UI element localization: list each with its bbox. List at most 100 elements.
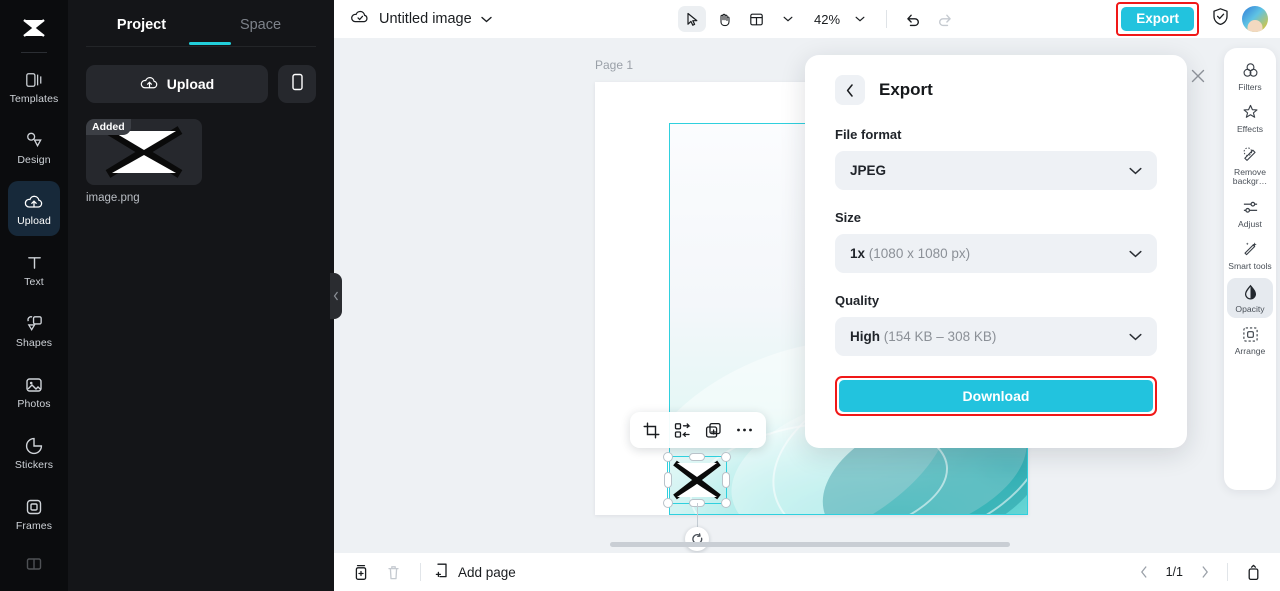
asset-item[interactable]: Added image.png bbox=[86, 119, 202, 204]
tab-space[interactable]: Space bbox=[201, 13, 320, 33]
sidebar-item-templates[interactable]: Templates bbox=[8, 59, 60, 114]
download-highlight-box: Download bbox=[835, 376, 1157, 416]
cloud-sync-icon[interactable] bbox=[350, 9, 370, 30]
page-navigation: 1/1 bbox=[1134, 559, 1266, 585]
upload-button-label: Upload bbox=[166, 76, 215, 92]
back-button[interactable] bbox=[835, 75, 865, 105]
adjust-sliders-icon bbox=[1242, 198, 1259, 217]
more-options-icon[interactable] bbox=[732, 417, 758, 443]
frames-icon bbox=[25, 496, 43, 518]
export-button[interactable]: Export bbox=[1121, 6, 1194, 32]
trash-icon[interactable] bbox=[380, 559, 406, 585]
tool-label: Arrange bbox=[1234, 346, 1266, 357]
photos-icon bbox=[25, 374, 43, 396]
zoom-chevron-button[interactable] bbox=[846, 6, 874, 32]
redo-button[interactable] bbox=[931, 6, 959, 32]
size-value-strong: 1x bbox=[850, 246, 866, 261]
size-select[interactable]: 1x (1080 x 1080 px) bbox=[835, 234, 1157, 273]
bottom-bar: Add page 1/1 bbox=[334, 553, 1280, 591]
tab-project[interactable]: Project bbox=[82, 13, 201, 33]
mobile-phone-icon bbox=[291, 73, 304, 96]
topbar-right: Export bbox=[1116, 1, 1268, 37]
zoom-level[interactable]: 42% bbox=[806, 12, 842, 27]
avatar[interactable] bbox=[1242, 6, 1268, 32]
panel-toggle-icon[interactable] bbox=[1240, 559, 1266, 585]
horizontal-scrollbar[interactable] bbox=[610, 542, 1010, 547]
asset-thumbnail[interactable]: Added bbox=[86, 119, 202, 185]
resize-handle-ne[interactable] bbox=[721, 452, 731, 462]
resize-handle-nw[interactable] bbox=[663, 452, 673, 462]
replace-media-icon[interactable] bbox=[670, 417, 696, 443]
tool-smart-tools[interactable]: Smart tools bbox=[1227, 235, 1273, 275]
resize-handle-w[interactable] bbox=[664, 472, 672, 488]
sidebar-item-overflow[interactable] bbox=[8, 547, 60, 581]
prev-page-button[interactable] bbox=[1134, 562, 1154, 582]
quality-value-strong: High bbox=[850, 329, 880, 344]
sidebar-item-label: Shapes bbox=[15, 336, 53, 349]
capcut-logo-icon[interactable] bbox=[0, 6, 68, 50]
panel-actions: Upload bbox=[68, 47, 334, 103]
resize-handle-n[interactable] bbox=[689, 453, 705, 461]
sidebar-item-frames[interactable]: Frames bbox=[8, 486, 60, 541]
download-button[interactable]: Download bbox=[839, 380, 1153, 412]
chevron-down-icon bbox=[1129, 328, 1142, 346]
tool-remove-background[interactable]: Remove backgr… bbox=[1227, 141, 1273, 191]
hand-pan-tool[interactable] bbox=[710, 6, 738, 32]
shield-check-icon[interactable] bbox=[1211, 7, 1230, 31]
stickers-icon bbox=[25, 435, 43, 457]
quality-select[interactable]: High (154 KB – 308 KB) bbox=[835, 317, 1157, 356]
crop-icon[interactable] bbox=[639, 417, 665, 443]
panel-collapse-handle[interactable] bbox=[330, 273, 342, 319]
quality-value-muted: (154 KB – 308 KB) bbox=[883, 329, 997, 344]
sidebar-item-design[interactable]: Design bbox=[8, 120, 60, 175]
chevron-down-icon bbox=[1129, 162, 1142, 180]
layout-chevron-button[interactable] bbox=[774, 6, 802, 32]
tool-filters[interactable]: Filters bbox=[1227, 56, 1273, 96]
resize-handle-se[interactable] bbox=[721, 498, 731, 508]
tool-arrange[interactable]: Arrange bbox=[1227, 320, 1273, 360]
selected-image-element[interactable] bbox=[663, 452, 731, 551]
sidebar-item-label: Text bbox=[24, 275, 44, 288]
add-page-button[interactable]: Add page bbox=[435, 562, 516, 582]
templates-icon bbox=[25, 69, 43, 91]
upload-button[interactable]: Upload bbox=[86, 65, 268, 103]
copy-page-icon[interactable] bbox=[348, 559, 374, 585]
add-page-icon bbox=[435, 562, 451, 582]
close-icon[interactable] bbox=[1190, 68, 1208, 86]
text-icon bbox=[26, 252, 43, 274]
smart-tools-icon bbox=[1242, 240, 1259, 259]
resize-handle-e[interactable] bbox=[722, 472, 730, 488]
tool-effects[interactable]: Effects bbox=[1227, 98, 1273, 138]
layout-grid-tool[interactable] bbox=[742, 6, 770, 32]
selected-image-content bbox=[668, 457, 726, 503]
sidebar-item-photos[interactable]: Photos bbox=[8, 364, 60, 419]
resize-handle-sw[interactable] bbox=[663, 498, 673, 508]
rotate-icon[interactable] bbox=[685, 527, 709, 551]
tool-opacity[interactable]: Opacity bbox=[1227, 277, 1273, 319]
tool-label: Opacity bbox=[1235, 303, 1265, 314]
select-cursor-tool[interactable] bbox=[678, 6, 706, 32]
quality-label: Quality bbox=[835, 293, 880, 308]
tool-adjust[interactable]: Adjust bbox=[1227, 193, 1273, 233]
effects-icon bbox=[1242, 103, 1259, 122]
asset-badge: Added bbox=[86, 119, 131, 135]
arrange-icon bbox=[1242, 325, 1259, 344]
upload-cloud-icon bbox=[140, 75, 159, 94]
chevron-down-icon[interactable] bbox=[480, 10, 492, 28]
undo-button[interactable] bbox=[899, 6, 927, 32]
mobile-upload-button[interactable] bbox=[278, 65, 316, 103]
shapes-icon bbox=[25, 313, 44, 335]
bottom-divider bbox=[1227, 563, 1228, 581]
sidebar-item-stickers[interactable]: Stickers bbox=[8, 425, 60, 480]
top-bar: Untitled image 42% Export bbox=[334, 0, 1280, 38]
sidebar-item-text[interactable]: Text bbox=[8, 242, 60, 297]
sidebar-item-shapes[interactable]: Shapes bbox=[8, 303, 60, 358]
doc-title[interactable]: Untitled image bbox=[379, 11, 472, 27]
duplicate-icon[interactable] bbox=[701, 417, 727, 443]
toolbar-divider bbox=[886, 10, 888, 28]
next-page-button[interactable] bbox=[1195, 562, 1215, 582]
file-format-select[interactable]: JPEG bbox=[835, 151, 1157, 190]
chevron-down-icon bbox=[1129, 245, 1142, 263]
sidebar-item-upload[interactable]: Upload bbox=[8, 181, 60, 236]
element-context-toolbar bbox=[630, 412, 766, 448]
